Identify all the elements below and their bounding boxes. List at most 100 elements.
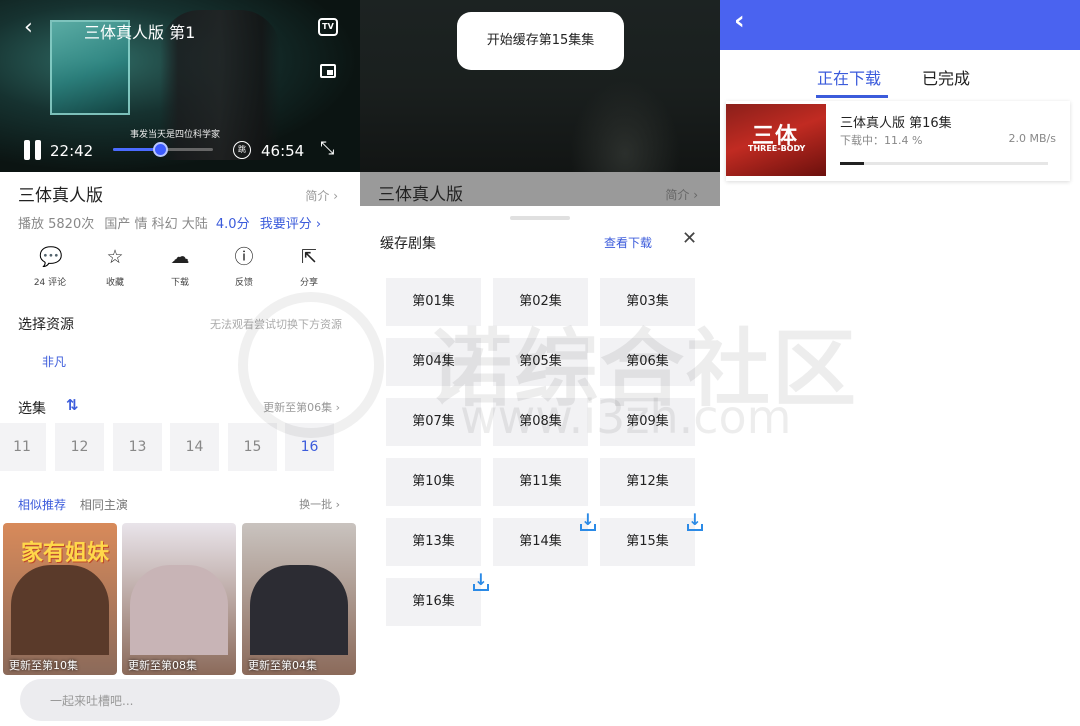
comment-input[interactable]: 一起来吐槽吧... (20, 679, 340, 721)
tab-similar[interactable]: 相似推荐 (18, 498, 66, 512)
view-downloads-link[interactable]: 查看下载 (604, 234, 652, 251)
cache-episode-cell[interactable]: 第04集 (386, 338, 481, 386)
cache-sheet: 缓存剧集 查看下载 ✕ 第01集 第02集 第03集 第04集 第05集 第06集 第07集… (360, 206, 720, 726)
tab-same-cast[interactable]: 相同主演 (80, 498, 128, 512)
cloud-download-icon: ☁ (170, 246, 190, 268)
download-status: 下载中：11.4 % (840, 134, 923, 147)
episodes-update[interactable]: 更新至第06集 › (263, 399, 340, 415)
cache-episode-cell[interactable]: 第08集 (493, 398, 588, 446)
cover-subtitle: THREE-BODY (748, 144, 806, 153)
recommend-poster[interactable]: 家有姐妹更新至第10集 (3, 523, 117, 675)
episode-cell[interactable]: 12 (55, 423, 104, 471)
star-icon: ☆ (106, 246, 124, 268)
cache-episode-cell[interactable]: 第16集 ↓ (386, 572, 489, 626)
skip-intro-icon[interactable]: 跳 (233, 141, 251, 159)
cache-episode-cell[interactable]: 第09集 (600, 398, 695, 446)
action-comment[interactable]: 💬 24 评论 (20, 246, 80, 288)
cache-episode-label: 第08集 (519, 414, 562, 429)
episode-cell[interactable]: 11 (0, 423, 46, 471)
poster-caption: 更新至第10集 (9, 659, 78, 672)
download-progress-fill (840, 162, 864, 165)
tab-downloading[interactable]: 正在下载 (817, 65, 881, 89)
downloads-header: ‹ (720, 0, 1080, 50)
picture-in-picture-icon[interactable] (320, 64, 336, 78)
comment-placeholder: 一起来吐槽吧... (50, 694, 134, 708)
recommend-poster[interactable]: 更新至第08集 (122, 523, 236, 675)
pause-icon[interactable] (24, 140, 42, 160)
action-share[interactable]: ⇱ 分享 (279, 246, 339, 288)
cache-episode-cell[interactable]: 第02集 (493, 278, 588, 326)
duration: 46:54 (261, 142, 305, 160)
episodes-title: 选集 (18, 401, 46, 417)
cache-episode-cell[interactable]: 第13集 (386, 518, 481, 566)
cache-episode-cell[interactable]: 第14集 ↓ (493, 512, 596, 566)
show-tags: 国产 情 科幻 大陆 (104, 217, 208, 232)
download-speed: 2.0 MB/s (1008, 132, 1056, 145)
recommend-poster[interactable]: 更新至第04集 (242, 523, 356, 675)
cache-episode-label: 第05集 (519, 354, 562, 369)
episode-cell[interactable]: 16 (285, 423, 334, 471)
action-alert[interactable]: ⓘ 反馈 (214, 246, 274, 288)
action-label: 收藏 (105, 278, 124, 288)
cache-episode-cell[interactable]: 第05集 (493, 338, 588, 386)
progress-track[interactable] (113, 142, 213, 157)
tab-underline (816, 95, 888, 98)
sort-icon[interactable]: ⇅ (66, 396, 79, 414)
cache-episode-cell[interactable]: 第10集 (386, 458, 481, 506)
close-icon[interactable]: ✕ (682, 228, 697, 249)
source-item[interactable]: 非凡 (42, 353, 66, 370)
action-star[interactable]: ☆ 收藏 (85, 246, 145, 288)
tab-completed[interactable]: 已完成 (922, 65, 970, 89)
cache-episode-cell[interactable]: 第12集 (600, 458, 695, 506)
play-count: 播放 5820次 (18, 217, 95, 232)
download-cover: 三体 THREE-BODY (726, 104, 826, 176)
back-icon[interactable]: ‹ (734, 6, 745, 36)
action-label: 下载 (170, 278, 189, 288)
action-cloud-download[interactable]: ☁ 下载 (150, 246, 210, 288)
download-icon: ↓ (685, 512, 705, 532)
current-time: 22:42 (50, 142, 94, 160)
cache-episode-label: 第03集 (626, 294, 669, 309)
progress-knob[interactable] (153, 142, 168, 157)
download-name: 三体真人版 第16集 (840, 116, 952, 131)
cache-episode-label: 第09集 (626, 414, 669, 429)
download-icon: ↓ (578, 512, 598, 532)
downloads-panel: ‹ 正在下载 已完成 三体 THREE-BODY 三体真人版 第16集 下载中：… (720, 0, 1080, 726)
cache-episode-label: 第10集 (412, 474, 455, 489)
source-hint: 无法观看尝试切换下方资源 (210, 318, 342, 331)
cache-panel: 开始缓存第15集集 三体真人版 简介 › 缓存剧集 查看下载 ✕ 第01集 第02… (360, 0, 720, 726)
cache-episode-cell[interactable]: 第06集 (600, 338, 695, 386)
cache-episode-label: 第16集 (412, 594, 455, 609)
sheet-grip[interactable] (510, 216, 570, 220)
refresh-recommend[interactable]: 换一批 › (299, 496, 340, 512)
cache-episode-cell[interactable]: 第03集 (600, 278, 695, 326)
alert-icon: ⓘ (234, 246, 254, 268)
dimmed-title: 三体真人版 (378, 185, 463, 205)
video-title: 三体真人版 第1 (84, 23, 196, 42)
cache-episode-cell[interactable]: 第11集 (493, 458, 588, 506)
cache-episode-cell[interactable]: 第01集 (386, 278, 481, 326)
cache-episode-cell[interactable]: 第15集 ↓ (600, 512, 703, 566)
poster-figures (11, 565, 109, 655)
tv-cast-icon[interactable]: TV (318, 18, 338, 36)
video-player[interactable]: ‹ 三体真人版 第1 TV 事发当天是四位科学家 22:42 跳 46:54 ⤡ (0, 0, 360, 172)
intro-link[interactable]: 简介 › (305, 187, 338, 204)
download-item[interactable]: 三体 THREE-BODY 三体真人版 第16集 下载中：11.4 % 2.0 … (726, 101, 1070, 181)
episode-cell[interactable]: 15 (228, 423, 277, 471)
cache-episode-label: 第04集 (412, 354, 455, 369)
rate-link[interactable]: 我要评分 › (260, 217, 321, 232)
fullscreen-icon[interactable]: ⤡ (320, 140, 334, 158)
source-title: 选择资源 (18, 317, 74, 333)
cache-episode-label: 第07集 (412, 414, 455, 429)
episode-cell[interactable]: 14 (170, 423, 219, 471)
recommend-tabs: 相似推荐 相同主演 (18, 496, 128, 513)
action-bar: 💬 24 评论 ☆ 收藏 ☁ 下载 ⓘ 反馈 ⇱ 分享 (0, 246, 360, 292)
action-label: 24 评论 (33, 278, 67, 288)
dimmed-intro: 简介 › (665, 188, 698, 202)
poster-logo: 家有姐妹 (21, 541, 110, 566)
download-progress (840, 162, 1048, 165)
back-icon[interactable]: ‹ (24, 17, 38, 39)
show-score: 4.0分 (215, 217, 250, 232)
cache-episode-cell[interactable]: 第07集 (386, 398, 481, 446)
episode-cell[interactable]: 13 (113, 423, 162, 471)
